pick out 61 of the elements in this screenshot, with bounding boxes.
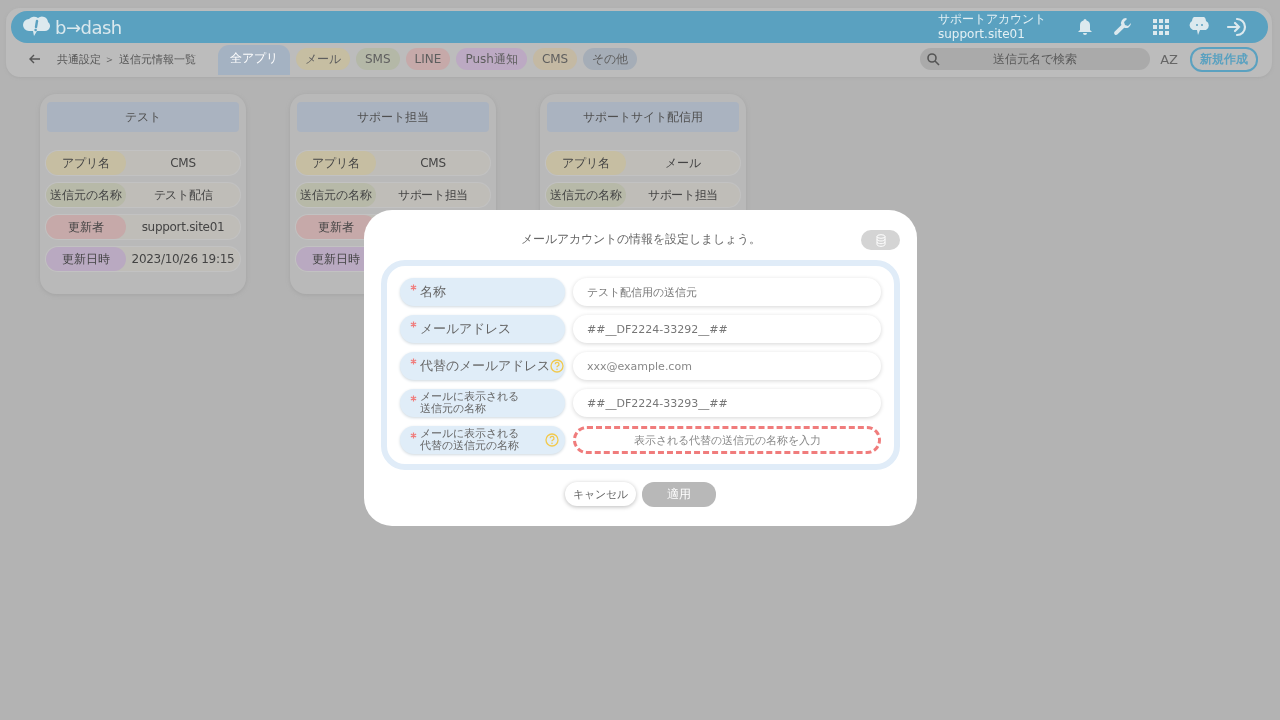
sort-button[interactable]: AZ: [1158, 51, 1180, 67]
sign-in-icon[interactable]: [1226, 17, 1248, 37]
required-icon: [410, 395, 417, 402]
filter-tab[interactable]: Push通知: [456, 48, 527, 70]
field-label: アプリ名: [546, 151, 626, 175]
modal-title: メールアカウントの情報を設定しましょう。: [520, 232, 761, 246]
grid-icon[interactable]: [1153, 19, 1169, 35]
field-value: メール: [664, 155, 702, 172]
search-field[interactable]: 送信元名で検索: [920, 48, 1151, 70]
breadcrumb: 共通設定 ＞ 送信元情報一覧: [57, 51, 196, 67]
required-icon: [410, 432, 417, 439]
account-id: support.site01: [938, 27, 1026, 42]
account-name: サポートアカウント: [938, 12, 1046, 27]
field-value: サポート担当: [646, 187, 720, 204]
field-label: メールに表示される送信元の名称: [420, 391, 520, 415]
input-field[interactable]: xxx@example.com: [573, 352, 881, 380]
field-value: 2023/10/26 19:15: [130, 251, 236, 268]
filter-tab[interactable]: SMS: [356, 48, 400, 70]
database-icon: [875, 233, 886, 247]
field-label: 更新日時: [46, 247, 126, 271]
filter-tab[interactable]: LINE: [405, 48, 451, 70]
card-title: テスト: [47, 102, 239, 132]
field-value: テスト配信: [152, 187, 214, 204]
field-label: 送信元の名称: [46, 183, 126, 207]
field-label: アプリ名: [296, 151, 376, 175]
field-label: 送信元の名称: [546, 183, 626, 207]
field-value: サポート担当: [396, 187, 470, 204]
wrench-icon[interactable]: [1113, 17, 1133, 37]
field-label: 名称: [420, 286, 446, 298]
card-title: サポートサイト配信用: [547, 102, 739, 132]
input-field[interactable]: テスト配信用の送信元: [573, 278, 881, 306]
input-field[interactable]: 表示される代替の送信元の名称を入力: [573, 426, 881, 454]
required-icon: [410, 358, 417, 365]
back-arrow-icon[interactable]: [29, 54, 41, 64]
database-button[interactable]: [861, 230, 900, 250]
field-label: メールに表示される代替の送信元の名称: [420, 428, 520, 452]
field-label: アプリ名: [46, 151, 126, 175]
input-field[interactable]: ##__DF2224-33292__##: [573, 315, 881, 343]
cancel-button[interactable]: キャンセル: [565, 482, 636, 506]
help-icon[interactable]: [545, 433, 559, 447]
bell-icon[interactable]: [1077, 18, 1093, 36]
field-value: CMS: [169, 155, 197, 172]
required-icon: [410, 284, 417, 291]
filter-tab[interactable]: CMS: [532, 48, 578, 70]
filter-tab[interactable]: 全アプリ: [218, 45, 290, 75]
field-value: CMS: [419, 155, 447, 172]
input-field[interactable]: ##__DF2224-33293__##: [573, 389, 881, 417]
field-value: support.site01: [140, 219, 226, 236]
chat-icon[interactable]: [1188, 17, 1210, 37]
logo-text: b→dash: [55, 16, 122, 38]
logo-icon: [23, 16, 51, 38]
field-label: 送信元の名称: [296, 183, 376, 207]
field-label: 代替のメールアドレス: [420, 360, 550, 372]
help-icon[interactable]: [550, 359, 564, 373]
card-title: サポート担当: [297, 102, 489, 132]
field-label: メールアドレス: [420, 323, 511, 335]
filter-tab[interactable]: その他: [583, 48, 638, 70]
field-label: 更新者: [46, 215, 126, 239]
filter-tab[interactable]: メール: [296, 48, 350, 70]
required-icon: [410, 321, 417, 328]
search-icon: [927, 53, 941, 66]
